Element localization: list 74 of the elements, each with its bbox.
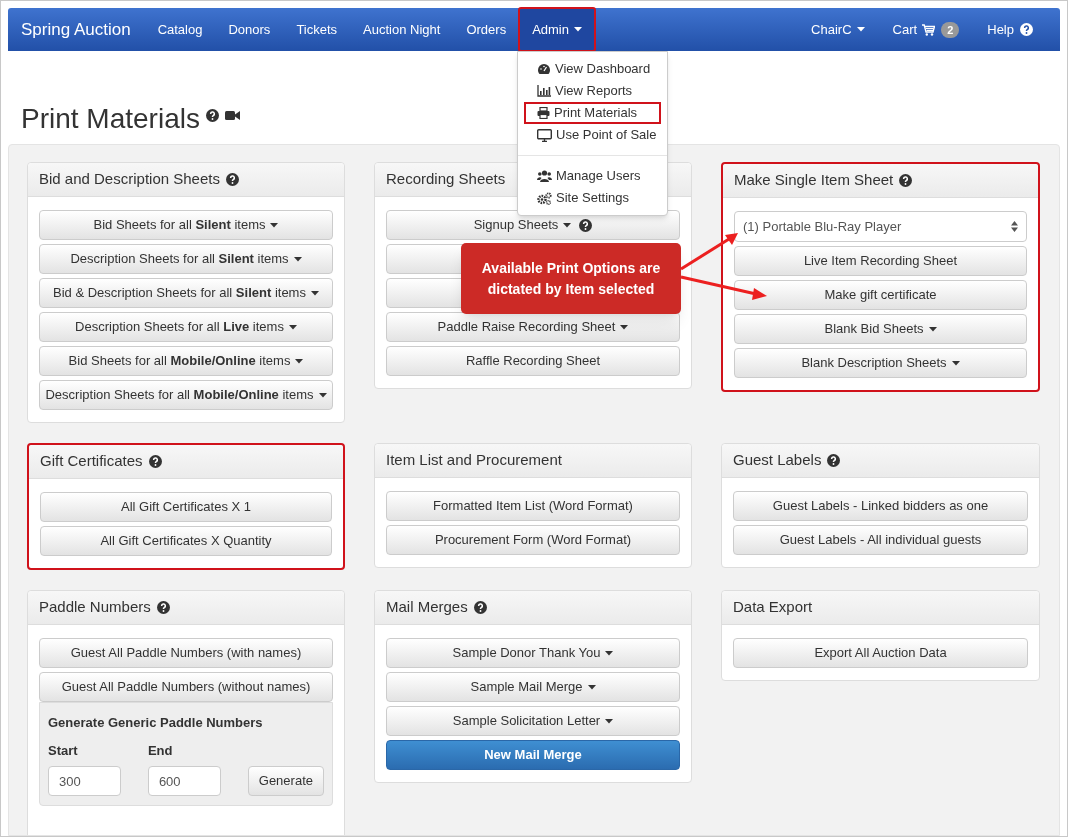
nav-link[interactable]: Donors (215, 8, 284, 51)
print-option-button[interactable]: Guest Labels - Linked bidders as one (733, 491, 1028, 521)
panel-title: Gift Certificates (40, 451, 143, 472)
print-option-button[interactable]: Description Sheets for all Silent items (39, 244, 333, 274)
print-option-button[interactable]: Description Sheets for all Mobile/Online items (39, 380, 333, 410)
help-icon (205, 109, 219, 122)
arrow (680, 233, 738, 271)
generator-title: Generate Generic Paddle Numbers (48, 714, 264, 732)
primary-button[interactable]: New Mail Merge (386, 740, 680, 770)
printer-icon (537, 107, 550, 119)
print-option-button[interactable]: Guest Labels - All individual guests (733, 525, 1028, 555)
menu-item[interactable]: Manage Users (524, 165, 661, 187)
panel-title: Item List and Procurement (386, 450, 562, 471)
monitor-icon (537, 128, 552, 142)
print-option-button[interactable]: Blank Description Sheets (734, 348, 1027, 378)
print-option-button[interactable]: Sample Solicitation Letter (386, 706, 680, 736)
print-option-button[interactable]: Sample Mail Merge (386, 672, 680, 702)
gauge-icon (537, 63, 551, 75)
annotation-tooltip: Available Print Options are dictated by Item selected (461, 243, 681, 314)
panel-title: Make Single Item Sheet (734, 170, 894, 191)
cart-link[interactable]: Cart 2 (878, 8, 974, 51)
print-option-button[interactable]: Make gift certificate (734, 280, 1027, 310)
panel-title: Recording Sheets (386, 169, 506, 190)
brand-link[interactable]: Spring Auction (21, 8, 131, 51)
print-option-button[interactable]: Sample Donor Thank You (386, 638, 680, 668)
field-label: End (147, 741, 174, 760)
count-badge: 2 (941, 21, 960, 38)
field-label: Start (48, 741, 79, 760)
menu-item[interactable]: Print Materials (524, 102, 661, 124)
user-menu[interactable]: ChairC (797, 8, 879, 51)
up-down-arrows-icon (1011, 221, 1018, 232)
users-icon (537, 170, 552, 182)
help-link[interactable]: Help (973, 8, 1047, 51)
print-option-button[interactable]: Procurement Form (Word Format) (386, 525, 680, 555)
nav-link[interactable]: Catalog (144, 8, 216, 51)
video-camera-icon (224, 110, 240, 121)
print-option-button[interactable]: Raffle Recording Sheet (386, 346, 680, 376)
print-option-button[interactable]: Live Item Recording Sheet (734, 246, 1027, 276)
menu-item[interactable]: View Dashboard (524, 58, 661, 80)
print-option-button[interactable]: Export All Auction Data (733, 638, 1028, 668)
nav-link[interactable]: Auction Night (350, 8, 454, 51)
generate-button[interactable]: Generate (247, 766, 324, 796)
print-option-button[interactable]: Guest All Paddle Numbers (without names) (39, 672, 333, 702)
print-option-button[interactable]: All Gift Certificates X 1 (40, 492, 332, 522)
nav-link[interactable]: Orders (453, 8, 520, 51)
cart-icon (922, 23, 936, 36)
nav-link[interactable]: Tickets (283, 8, 351, 51)
caret-icon (856, 27, 865, 32)
print-option-button[interactable]: Bid Sheets for all Silent items (39, 210, 333, 240)
panel-title: Paddle Numbers (39, 597, 151, 618)
print-option-button[interactable]: Paddle Raise Recording Sheet (386, 312, 680, 342)
print-option-button[interactable]: Bid Sheets for all Mobile/Online items (39, 346, 333, 376)
number-field[interactable]: 300 (48, 766, 121, 796)
panel-title: Guest Labels (733, 450, 822, 471)
print-option-button[interactable]: All Gift Certificates X Quantity (40, 526, 332, 556)
menu-item[interactable]: Use Point of Sale (524, 124, 661, 146)
panel-title: Data Export (733, 597, 813, 618)
print-option-button[interactable]: Signup Sheets (386, 210, 680, 240)
bar-chart-icon (537, 85, 551, 97)
print-option-button[interactable]: Bid & Description Sheets for all Silent items (39, 278, 333, 308)
number-field[interactable]: 600 (147, 766, 221, 796)
print-option-button[interactable]: Formatted Item List (Word Format) (386, 491, 680, 521)
gears-icon (537, 191, 552, 205)
print-option-button[interactable]: Guest All Paddle Numbers (with names) (39, 638, 333, 668)
print-option-button[interactable]: Description Sheets for all Live items (39, 312, 333, 342)
menu-item[interactable]: Site Settings (524, 187, 661, 209)
panel-title: Mail Merges (386, 597, 468, 618)
menu-item[interactable]: View Reports (524, 80, 661, 102)
nav-link[interactable]: Admin (519, 8, 595, 51)
panel-title: Bid and Description Sheets (39, 169, 220, 190)
help-icon (1020, 23, 1033, 36)
page-title: Print Materials (21, 103, 200, 135)
print-option-button[interactable]: Blank Bid Sheets (734, 314, 1027, 344)
item-select[interactable]: (1) Portable Blu-Ray Player (734, 211, 1027, 242)
